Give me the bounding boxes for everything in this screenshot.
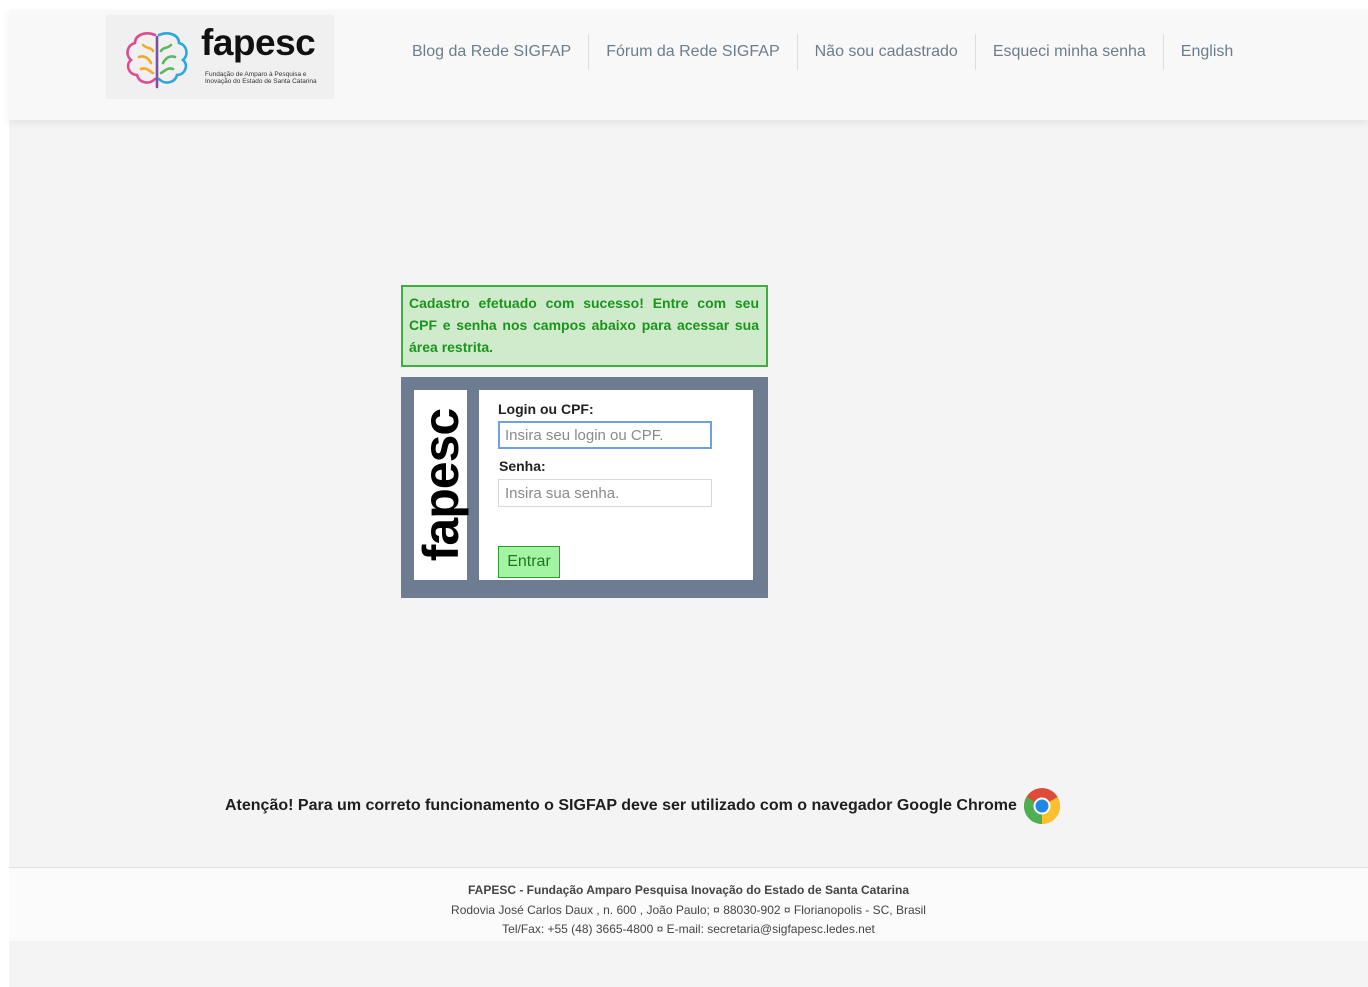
brain-logo-icon <box>126 32 188 89</box>
footer-org-name: FAPESC - Fundação Amparo Pesquisa Inovaç… <box>468 883 909 897</box>
side-logo: fapesc <box>412 390 469 580</box>
side-logo-text: fapesc <box>412 408 469 562</box>
password-label: Senha: <box>499 458 546 474</box>
success-alert: Cadastro efetuado com sucesso! Entre com… <box>401 285 768 367</box>
nav-link-register[interactable]: Não sou cadastrado <box>796 34 975 70</box>
top-nav: Blog da Rede SIGFAP Fórum da Rede SIGFAP… <box>395 34 1250 70</box>
browser-warning: Atenção! Para um correto funcionamento o… <box>225 785 1061 827</box>
brand-tagline: Fundação de Amparo à Pesquisa e Inovação… <box>205 71 317 85</box>
password-input[interactable] <box>498 479 712 507</box>
nav-link-english[interactable]: English <box>1162 34 1250 70</box>
site-footer: FAPESC - Fundação Amparo Pesquisa Inovaç… <box>9 867 1368 941</box>
footer-contact: Tel/Fax: +55 (48) 3665-4800 ¤ E-mail: se… <box>502 922 875 936</box>
fapesc-logo[interactable]: fapesc Fundação de Amparo à Pesquisa e I… <box>106 15 334 99</box>
nav-link-forgot-password[interactable]: Esqueci minha senha <box>974 34 1163 70</box>
chrome-icon <box>1023 788 1060 824</box>
browser-warning-text: Atenção! Para um correto funcionamento o… <box>225 797 1017 814</box>
page-frame: fapesc Fundação de Amparo à Pesquisa e I… <box>9 10 1368 987</box>
nav-link-forum[interactable]: Fórum da Rede SIGFAP <box>588 34 796 70</box>
footer-address: Rodovia José Carlos Daux , n. 600 , João… <box>451 903 926 917</box>
nav-link-blog[interactable]: Blog da Rede SIGFAP <box>395 34 588 70</box>
site-header: fapesc Fundação de Amparo à Pesquisa e I… <box>9 10 1368 120</box>
login-button[interactable]: Entrar <box>498 546 560 578</box>
username-input[interactable] <box>498 421 712 449</box>
username-label: Login ou CPF: <box>498 401 594 417</box>
login-form: Login ou CPF: Senha: Entrar <box>479 390 753 580</box>
login-box: fapesc Login ou CPF: Senha: Entrar <box>401 377 768 598</box>
brand-wordmark: fapesc <box>201 22 316 63</box>
